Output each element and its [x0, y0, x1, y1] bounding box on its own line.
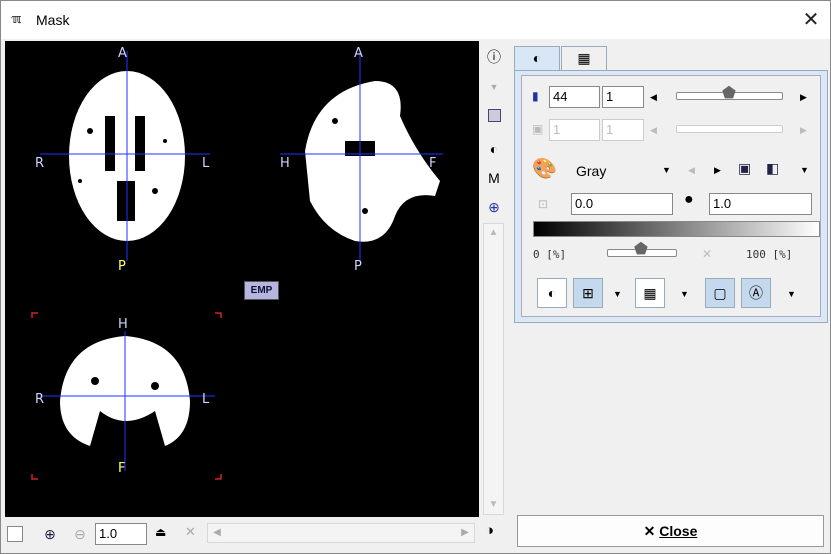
crosshair-icon[interactable]: ⊕	[483, 197, 505, 217]
scroll-down-icon[interactable]: ▼	[484, 496, 503, 514]
sagittal-top-label: A	[354, 46, 363, 61]
axial-bottom-label: P	[118, 259, 126, 274]
settings-panel: ▮ 44 1 ◀ ⬟ ▶ ▣ 1 1 ◀ ▶ 🎨 Gray ▼ ◀ ▶ ▣ ◧ …	[514, 70, 828, 323]
colormap-dropdown-icon[interactable]: ▼	[662, 162, 671, 178]
close-x-icon: ✕	[643, 523, 656, 539]
grid-dropdown-icon[interactable]: ▼	[680, 289, 689, 299]
tab-contrast[interactable]: ◐	[514, 46, 560, 71]
close-window-button[interactable]: ✕	[799, 8, 823, 32]
mask-window: ℼ Mask ✕ A R L P A H F P H R L F EMP ⓘ ▼…	[0, 0, 831, 554]
frame-toggle-button[interactable]: ▢	[705, 278, 735, 308]
overlay-dropdown-icon[interactable]: ▼	[613, 289, 622, 299]
slice-slider-thumb[interactable]: ⬟	[722, 86, 736, 102]
scroll-up-icon[interactable]: ▲	[484, 224, 503, 242]
frame-next-icon[interactable]: ▶	[800, 122, 807, 138]
slice-prev-icon[interactable]: ◀	[650, 89, 657, 105]
palette-icon[interactable]: 🎨	[532, 158, 557, 180]
close-button[interactable]: ✕ Close	[517, 515, 824, 547]
vertical-scrollbar[interactable]: ▲ ▼	[483, 223, 504, 515]
sagittal-left-label: H	[280, 156, 290, 171]
upper-threshold-icon: ●	[684, 191, 694, 208]
coronal-bottom-label: F	[118, 461, 126, 476]
sagittal-bottom-label: P	[354, 259, 362, 274]
colormap-select[interactable]: Gray	[576, 163, 606, 179]
zoom-field[interactable]: 1.0	[95, 523, 147, 545]
tab-layout[interactable]: ▦	[561, 46, 607, 70]
layout-tab-icon: ▦	[577, 50, 591, 66]
grid-button[interactable]: ▦	[635, 278, 665, 308]
title-bar: ℼ Mask ✕	[1, 1, 830, 39]
zoom-out-icon[interactable]: ⊖	[71, 525, 89, 543]
gray-gradient-bar[interactable]	[533, 221, 820, 237]
color-box-icon[interactable]	[483, 107, 505, 127]
horizontal-scrollbar[interactable]: ◀ ▶	[207, 523, 475, 543]
frame-icon: ▣	[532, 122, 544, 136]
coronal-right-label: L	[202, 392, 210, 407]
colorbar-dropdown-icon[interactable]: ▼	[800, 162, 809, 178]
colormap-next-icon[interactable]: ▶	[714, 162, 721, 178]
range-max-label: 100 [%]	[746, 248, 793, 261]
scroll-right-icon[interactable]: ▶	[456, 524, 474, 542]
font-settings-button[interactable]: Ⓐ	[741, 278, 771, 308]
brain-slices	[31, 51, 443, 480]
eject-icon[interactable]: ⏏	[155, 525, 166, 539]
image-viewer[interactable]: A R L P A H F P H R L F	[5, 41, 479, 517]
frame-prev-icon[interactable]: ◀	[650, 122, 657, 138]
scroll-left-icon[interactable]: ◀	[208, 524, 226, 542]
range-slider-thumb[interactable]: ⬟	[634, 242, 648, 258]
colorbar-icon[interactable]: ◧	[766, 160, 779, 176]
emp-badge[interactable]: EMP	[244, 281, 279, 300]
coronal-left-label: R	[35, 392, 45, 407]
app-logo-icon: ℼ	[11, 12, 22, 27]
colormap-prev-icon[interactable]: ◀	[688, 162, 695, 178]
link-icon: ⊡	[538, 197, 549, 211]
axial-top-label: A	[118, 46, 127, 61]
zoom-in-icon[interactable]: ⊕	[41, 525, 59, 543]
reset-icon[interactable]: ✕	[185, 524, 196, 540]
contrast-tab-icon: ◐	[532, 50, 542, 66]
sagittal-slice	[305, 81, 440, 242]
range-reset-icon[interactable]: ✕	[702, 246, 712, 262]
axial-left-label: R	[35, 156, 45, 171]
invert-icon[interactable]: ▣	[738, 160, 751, 176]
frame-step-field[interactable]: 1	[602, 119, 644, 141]
sync-checkbox[interactable]	[7, 526, 23, 542]
coronal-top-label: H	[118, 317, 128, 332]
overlay-grid-button[interactable]: ⊞	[573, 278, 603, 308]
brain-surface-button[interactable]: ◐	[537, 278, 567, 308]
frame-slider[interactable]	[676, 125, 783, 133]
slice-icon: ▮	[532, 89, 539, 103]
lower-threshold-field[interactable]: 0.0	[571, 193, 673, 215]
axial-right-label: L	[202, 156, 210, 171]
font-dropdown-icon[interactable]: ▼	[787, 289, 796, 299]
sagittal-right-label: F	[429, 156, 437, 171]
slice-next-icon[interactable]: ▶	[800, 89, 807, 105]
slice-field[interactable]: 44	[549, 86, 600, 108]
range-min-label: 0 [%]	[533, 248, 567, 261]
settings-inner: ▮ 44 1 ◀ ⬟ ▶ ▣ 1 1 ◀ ▶ 🎨 Gray ▼ ◀ ▶ ▣ ◧ …	[521, 75, 821, 317]
triangle-toggle-icon[interactable]: ◑	[485, 522, 494, 539]
dropdown-arrow-icon[interactable]: ▼	[483, 77, 505, 97]
upper-threshold-field[interactable]: 1.0	[709, 193, 812, 215]
frame-field[interactable]: 1	[549, 119, 600, 141]
contrast-icon[interactable]: ◐	[483, 139, 505, 159]
close-button-label: Close	[659, 523, 698, 539]
slice-step-field[interactable]: 1	[602, 86, 644, 108]
info-icon[interactable]: ⓘ	[483, 47, 505, 67]
window-title: Mask	[36, 12, 70, 28]
mask-m-icon[interactable]: M	[483, 168, 505, 188]
